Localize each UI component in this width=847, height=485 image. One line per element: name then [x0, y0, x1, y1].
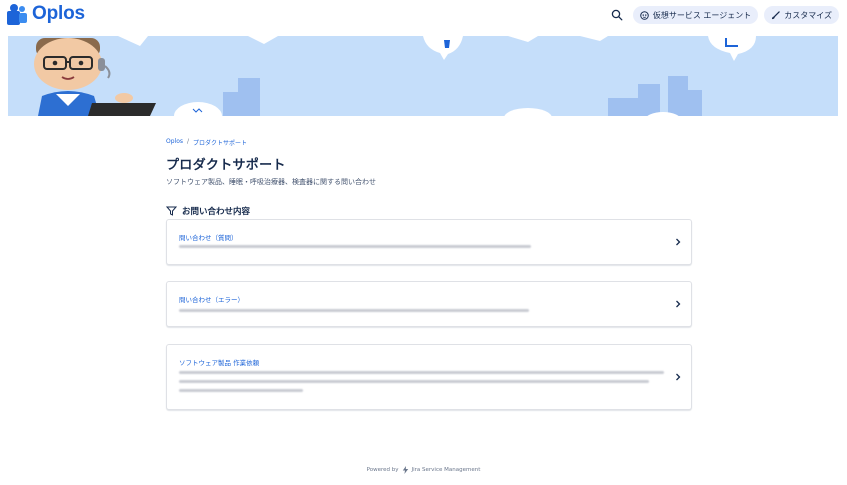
virtual-agent-label: 仮想サービス エージェント	[652, 10, 752, 20]
robot-icon	[640, 10, 649, 20]
section-heading-label: お問い合わせ内容	[182, 207, 251, 217]
request-type-description-blurred	[179, 245, 531, 248]
page-title: プロダクトサポート	[166, 158, 286, 173]
request-type-description-blurred	[179, 380, 649, 383]
search-icon	[611, 9, 623, 21]
breadcrumb-item-product-support[interactable]: プロダクトサポート	[193, 138, 247, 147]
request-type-title: ソフトウェア製品 作業依頼	[179, 359, 260, 367]
footer-powered-by: Powered by Jira Service Management	[0, 466, 847, 474]
hero-banner	[8, 36, 838, 116]
customize-button[interactable]: カスタマイズ	[764, 6, 839, 24]
support-illustration	[8, 36, 838, 116]
chevron-right-icon	[676, 238, 681, 246]
request-type-title: 問い合わせ（質問）	[179, 234, 238, 242]
filter-funnel-icon	[166, 206, 177, 216]
jira-lightning-icon	[402, 466, 408, 474]
request-type-card-error[interactable]: 問い合わせ（エラー）	[166, 281, 692, 327]
customize-label: カスタマイズ	[784, 10, 832, 20]
page-description: ソフトウェア製品、睡眠・呼吸治療器、検査器に関する問い合わせ	[166, 178, 376, 186]
jira-service-management-link[interactable]: Jira Service Management	[412, 467, 481, 473]
top-navigation: Oplos 仮想サービス エージェント カスタマイズ	[0, 0, 847, 32]
virtual-agent-button[interactable]: 仮想サービス エージェント	[632, 6, 759, 24]
brand-logo[interactable]: Oplos	[6, 2, 85, 26]
oplos-logo-icon	[7, 4, 27, 25]
request-type-description-blurred	[179, 309, 529, 312]
main-content: Oplos / プロダクトサポート プロダクトサポート ソフトウェア製品、睡眠・…	[166, 138, 692, 217]
request-type-description-blurred	[179, 389, 303, 392]
search-button[interactable]	[607, 5, 627, 25]
breadcrumb-item-home[interactable]: Oplos	[166, 138, 183, 147]
header-actions: 仮想サービス エージェント カスタマイズ	[607, 5, 839, 25]
chevron-right-icon	[676, 300, 681, 308]
section-heading: お問い合わせ内容	[166, 205, 692, 217]
request-type-card-question[interactable]: 問い合わせ（質問）	[166, 219, 692, 265]
breadcrumb-separator: /	[187, 138, 190, 145]
breadcrumb: Oplos / プロダクトサポート	[166, 138, 692, 147]
request-type-list: 問い合わせ（質問） 問い合わせ（エラー） ソフトウェア製品 作業依頼	[166, 219, 692, 419]
brand-name: Oplos	[32, 3, 85, 24]
paintbrush-icon	[772, 10, 780, 19]
request-type-description-blurred	[179, 371, 664, 374]
request-type-title: 問い合わせ（エラー）	[179, 296, 244, 304]
chevron-right-icon	[676, 373, 681, 381]
powered-by-label: Powered by	[366, 467, 399, 473]
request-type-card-work-request[interactable]: ソフトウェア製品 作業依頼	[166, 344, 692, 410]
